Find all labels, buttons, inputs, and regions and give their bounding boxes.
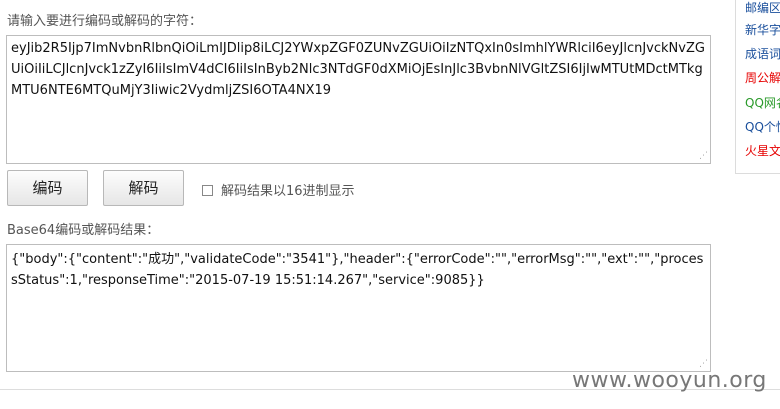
encode-button[interactable]: 编码 [7,170,88,206]
decode-button[interactable]: 解码 [103,170,184,206]
input-label: 请输入要进行编码或解码的字符： [7,14,203,29]
hex-checkbox-label: 解码结果以16进制显示 [221,184,355,199]
resize-grip-icon[interactable]: ⋰ [698,151,708,161]
sidebar-bottom-border [735,173,780,174]
watermark: www.wooyun.org [572,368,767,393]
output-textarea[interactable]: {"body":{"content":"成功","validateCode":"… [6,244,711,372]
hex-option[interactable]: 解码结果以16进制显示 [202,180,355,199]
output-text: {"body":{"content":"成功","validateCode":"… [11,252,704,288]
input-textarea[interactable]: eyJib2R5Ijp7ImNvbnRlbnQiOiLmIJDlip8iLCJ2… [6,35,711,164]
sidebar-link[interactable]: 火星文 [745,142,780,159]
sidebar-border [735,0,736,174]
sidebar-link[interactable]: 成语词 [745,45,780,62]
sidebar-link[interactable]: QQ个性 [745,118,780,135]
input-text: eyJib2R5Ijp7ImNvbnRlbnQiOiLmIJDlip8iLCJ2… [11,41,705,98]
hex-checkbox[interactable] [202,185,213,196]
sidebar-link[interactable]: 周公解 [745,69,780,86]
output-label: Base64编码或解码结果： [7,223,160,238]
sidebar-link[interactable]: QQ网名 [745,94,780,111]
sidebar-link[interactable]: 邮编区 [745,0,780,16]
sidebar-link[interactable]: 新华字 [745,21,780,38]
